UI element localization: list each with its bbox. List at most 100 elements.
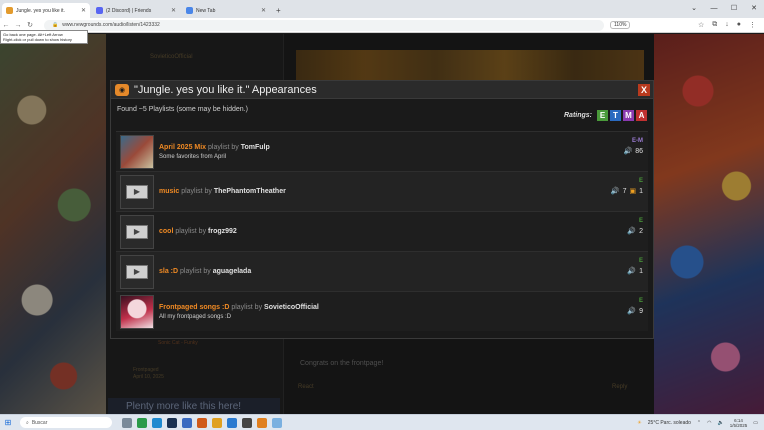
close-button[interactable]: X [638, 83, 650, 96]
rating-t-toggle[interactable]: T [610, 109, 621, 121]
playlist-rating: E [638, 178, 643, 184]
comment-icon: ▣ [629, 188, 637, 195]
taskbar-search[interactable]: ⌕ Buscar [20, 417, 112, 428]
wifi-icon[interactable]: ◠ [707, 420, 711, 426]
playlist-name[interactable]: sla :D [159, 268, 178, 275]
app-icon[interactable] [182, 417, 192, 428]
back-arrow-icon[interactable]: ← [0, 22, 12, 29]
minimize-icon[interactable]: — [704, 0, 724, 16]
app-icon[interactable] [272, 417, 282, 428]
playlist-thumbnail[interactable]: ▶ [120, 174, 154, 209]
app-icon[interactable] [212, 417, 222, 428]
chrome-icon[interactable] [137, 417, 147, 428]
playlist-name[interactable]: Frontpaged songs :D [159, 304, 229, 311]
modal-header: ◉ "Jungle. yes you like it." Appearances… [111, 81, 653, 99]
tray-chevron-icon[interactable]: ⌃ [697, 420, 701, 426]
system-tray: ☀ 25°C Parc. soleado ⌃ ◠ 🔈 6:14 1/5/2025… [637, 418, 764, 428]
tab-search-icon[interactable]: ⌄ [684, 0, 704, 16]
playlist-thumbnail[interactable]: ▶ [120, 254, 154, 289]
app-icon[interactable] [197, 417, 207, 428]
tab-label: (2 Discord) | Friends [106, 7, 152, 14]
playlist-author[interactable]: SovieticoOfficial [264, 304, 319, 311]
menu-icon[interactable]: ⋮ [749, 21, 756, 29]
playlist-thumbnail[interactable]: ▶ [120, 214, 154, 249]
rating-a-toggle[interactable]: A [636, 109, 647, 121]
maximize-icon[interactable]: ☐ [724, 0, 744, 16]
reload-icon[interactable]: ↻ [24, 21, 36, 29]
new-tab-favicon-icon [186, 7, 193, 14]
rating-e-toggle[interactable]: E [597, 109, 608, 121]
close-window-icon[interactable]: ✕ [744, 0, 764, 16]
app-icon[interactable] [257, 417, 267, 428]
back-tooltip: Go back one page. Alt+Left Arrow Right-c… [0, 30, 88, 44]
tab-label: Jungle. yes you like it. [16, 7, 65, 14]
playlist-name[interactable]: April 2025 Mix [159, 144, 206, 151]
windows-start-icon[interactable]: ⊞ [2, 418, 14, 427]
playlist-name[interactable]: cool [159, 228, 173, 235]
playlist-author[interactable]: frogz992 [208, 228, 237, 235]
playlist-by: playlist by [231, 303, 263, 311]
modal-title: "Jungle. yes you like it." Appearances [134, 83, 317, 96]
star-icon[interactable]: ☆ [698, 21, 704, 29]
downloads-icon[interactable]: ↓ [725, 21, 729, 29]
toolbar-icons: ☆ ⧉ ↓ ● ⋮ [698, 21, 764, 29]
playlist-row[interactable]: April 2025 Mix playlist by TomFulp Some … [116, 131, 648, 171]
rating-m-toggle[interactable]: M [623, 109, 634, 121]
close-tab-icon[interactable]: ✕ [261, 7, 266, 14]
playlist-author[interactable]: aguagelada [213, 268, 252, 275]
playlist-rating: E [638, 258, 643, 264]
found-count: Found ~5 Playlists (some may be hidden.) [117, 105, 248, 113]
edge-icon[interactable] [152, 417, 162, 428]
url-text: www.newgrounds.com/audio/listen/1423332 [62, 22, 160, 28]
playlist-row[interactable]: ▶ cool playlist by frogz992 E 🔊 2 [116, 211, 648, 251]
app-icon[interactable] [167, 417, 177, 428]
ratings-label: Ratings: [564, 111, 592, 119]
speaker-icon: 🔊 [623, 148, 633, 155]
playlist-row[interactable]: ▶ sla :D playlist by aguagelada E 🔊 1 [116, 251, 648, 291]
tab-new-tab[interactable]: New Tab ✕ [182, 3, 270, 18]
clock[interactable]: 6:14 1/5/2025 [730, 418, 748, 428]
appearances-modal: ◉ "Jungle. yes you like it." Appearances… [110, 80, 654, 339]
modal-subheader: Found ~5 Playlists (some may be hidden.)… [111, 99, 653, 131]
playlist-author[interactable]: TomFulp [241, 144, 270, 151]
forward-arrow-icon[interactable]: → [12, 22, 24, 29]
playlist-row[interactable]: Frontpaged songs :D playlist by Sovietic… [116, 291, 648, 331]
address-bar-row: ← → ↻ 🔒 www.newgrounds.com/audio/listen/… [0, 18, 764, 33]
search-placeholder: Buscar [31, 419, 48, 426]
playlist-author[interactable]: ThePhantomTheather [214, 188, 286, 195]
playlist-name[interactable]: music [159, 188, 179, 195]
notification-icon[interactable]: ▭ [753, 420, 758, 426]
playlist-thumbnail[interactable] [120, 294, 154, 329]
profile-icon[interactable]: ● [737, 21, 741, 29]
close-tab-icon[interactable]: ✕ [171, 7, 176, 14]
play-icon: ▶ [126, 264, 148, 279]
close-tab-icon[interactable]: ✕ [81, 7, 86, 14]
playlist-list: April 2025 Mix playlist by TomFulp Some … [111, 131, 653, 331]
tab-jungle[interactable]: Jungle. yes you like it. ✕ [2, 3, 90, 18]
site-info-icon[interactable]: 🔒 [52, 22, 58, 28]
playlist-by: playlist by [175, 228, 207, 235]
play-icon: ▶ [126, 224, 148, 239]
extensions-icon[interactable]: ⧉ [712, 21, 717, 29]
app-icon[interactable] [242, 417, 252, 428]
windows-taskbar: ⊞ ⌕ Buscar ☀ 25°C Parc. soleado ⌃ ◠ 🔈 6:… [0, 414, 764, 430]
volume-icon[interactable]: 🔈 [718, 420, 724, 426]
tab-label: New Tab [196, 7, 216, 14]
playlist-thumbnail[interactable] [120, 134, 154, 169]
tab-discord[interactable]: (2 Discord) | Friends ✕ [92, 3, 180, 18]
comment-count: 1 [639, 187, 643, 195]
playlist-row[interactable]: ▶ music playlist by ThePhantomTheather E… [116, 171, 648, 211]
url-field[interactable]: 🔒 www.newgrounds.com/audio/listen/142333… [44, 19, 604, 31]
vscode-icon[interactable] [227, 417, 237, 428]
new-tab-plus-icon[interactable]: + [276, 6, 281, 15]
search-icon: ⌕ [26, 419, 29, 426]
listen-count: 9 [639, 307, 643, 315]
browser-tab-bar: Jungle. yes you like it. ✕ (2 Discord) |… [0, 0, 764, 18]
zoom-indicator[interactable]: 110% [610, 21, 631, 29]
weather-text[interactable]: 25°C Parc. soleado [648, 420, 691, 426]
task-view-icon[interactable] [122, 417, 132, 428]
playlist-rating: E-M [632, 138, 643, 144]
weather-icon[interactable]: ☀ [637, 420, 641, 426]
speaker-icon: 🔊 [610, 188, 620, 195]
play-icon: ▶ [126, 184, 148, 199]
